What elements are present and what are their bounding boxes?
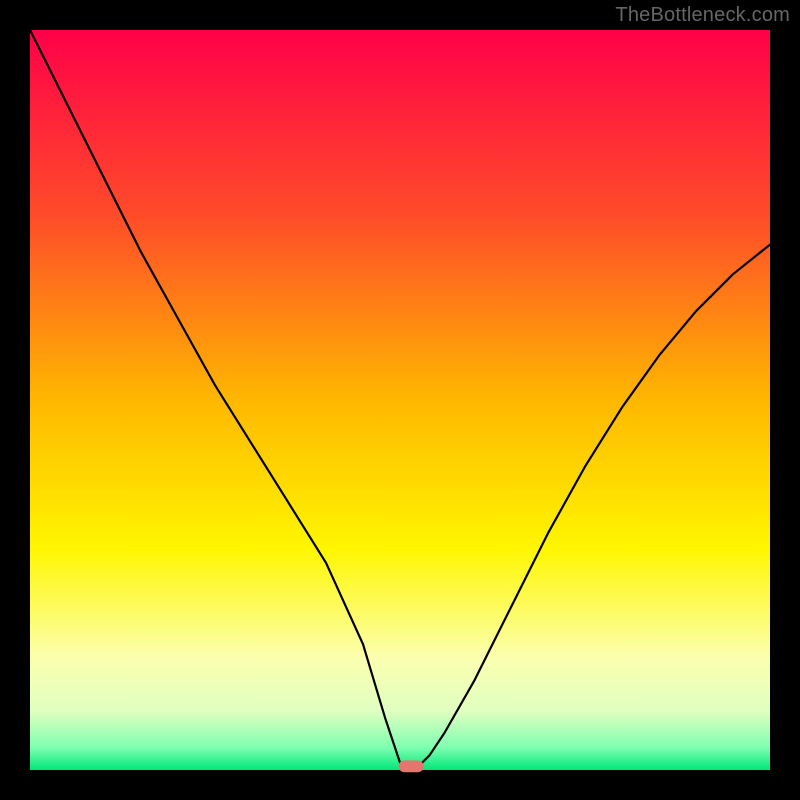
watermark-text: TheBottleneck.com bbox=[615, 4, 790, 27]
optimal-marker bbox=[399, 760, 424, 772]
plot-background bbox=[30, 30, 770, 770]
bottleneck-chart bbox=[0, 0, 800, 800]
chart-container: TheBottleneck.com bbox=[0, 0, 800, 800]
